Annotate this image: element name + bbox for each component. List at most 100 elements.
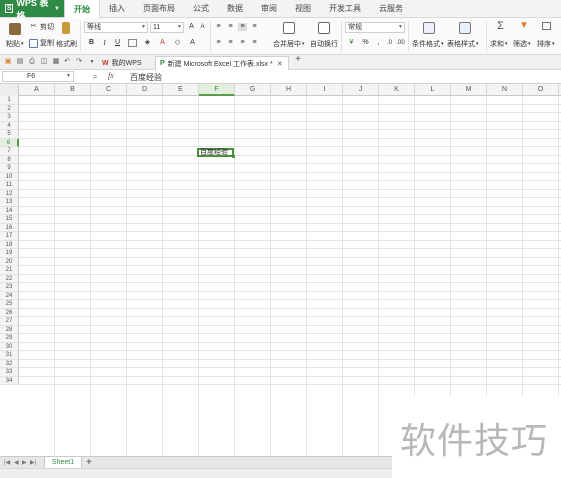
row-header[interactable]: 34	[0, 376, 19, 385]
number-format-select[interactable]: 常规 ▼	[345, 22, 405, 33]
row-header[interactable]: 32	[0, 359, 19, 368]
row-header[interactable]: 5	[0, 130, 19, 139]
last-sheet-icon[interactable]: ▶|	[30, 459, 36, 466]
align-middle-icon[interactable]: ≡	[226, 23, 235, 31]
row-header[interactable]: 18	[0, 240, 19, 249]
column-header[interactable]: C	[91, 84, 127, 96]
row-header[interactable]: 7	[0, 147, 19, 156]
row-header[interactable]: 6	[0, 138, 19, 147]
row-header[interactable]: 2	[0, 104, 19, 113]
justify-icon[interactable]: ≡	[250, 39, 259, 47]
sum-button[interactable]: 求和 ▾	[490, 39, 508, 49]
active-cell[interactable]: 百度经验	[197, 148, 234, 157]
copy-button[interactable]: 复制	[29, 38, 54, 48]
row-header[interactable]: 19	[0, 249, 19, 258]
name-box[interactable]: F6 ▼	[2, 71, 74, 82]
tab-developer[interactable]: 开发工具	[320, 0, 370, 17]
row-header[interactable]: 25	[0, 300, 19, 309]
row-header[interactable]: 12	[0, 189, 19, 198]
export-icon[interactable]: ▦	[52, 58, 60, 66]
row-header[interactable]: 16	[0, 223, 19, 232]
italic-icon[interactable]: I	[100, 39, 109, 47]
column-header[interactable]: J	[343, 84, 379, 96]
format-painter-button[interactable]: 格式刷	[56, 39, 77, 49]
align-bottom-icon[interactable]: ≡	[238, 23, 247, 31]
orientation-icon[interactable]: ≡	[250, 23, 259, 31]
align-center-icon[interactable]: ≡	[226, 39, 235, 47]
print-preview-icon[interactable]: ◫	[40, 58, 48, 66]
row-header[interactable]: 24	[0, 291, 19, 300]
filter-button[interactable]: 筛选 ▾	[513, 39, 531, 49]
column-header[interactable]: M	[451, 84, 487, 96]
column-header[interactable]: K	[379, 84, 415, 96]
undo-icon[interactable]: ↶	[63, 58, 71, 66]
row-header[interactable]: 28	[0, 325, 19, 334]
row-header[interactable]: 23	[0, 283, 19, 292]
font-name-select[interactable]: 等线 ▼	[84, 22, 148, 33]
row-header[interactable]: 33	[0, 368, 19, 377]
conditional-format-button[interactable]: 条件格式 ▾	[412, 39, 444, 49]
font-color-icon[interactable]: A	[158, 39, 167, 47]
thousands-icon[interactable]: ,	[374, 39, 383, 47]
align-right-icon[interactable]: ≡	[238, 39, 247, 47]
save-icon[interactable]: ▤	[16, 58, 24, 66]
cut-button[interactable]: ✂ 剪切	[29, 22, 54, 32]
row-header[interactable]: 22	[0, 274, 19, 283]
currency-icon[interactable]: ¥	[347, 39, 356, 47]
formula-input[interactable]: 百度经验	[130, 72, 162, 83]
column-header[interactable]: L	[415, 84, 451, 96]
doc-tab-my-wps[interactable]: W 我的WPS	[98, 56, 146, 70]
decrease-font-icon[interactable]: A	[198, 23, 207, 31]
tab-review[interactable]: 审阅	[252, 0, 286, 17]
sort-button[interactable]: 排序 ▾	[537, 39, 555, 49]
tab-page-layout[interactable]: 页面布局	[134, 0, 184, 17]
row-header[interactable]: 8	[0, 155, 19, 164]
function-icon[interactable]: fx	[108, 71, 114, 80]
tab-home[interactable]: 开始	[64, 0, 100, 19]
row-header[interactable]: 21	[0, 266, 19, 275]
percent-icon[interactable]: %	[361, 39, 370, 47]
row-header[interactable]: 31	[0, 351, 19, 360]
open-icon[interactable]: ▣	[4, 58, 12, 66]
font-size-select[interactable]: 11 ▼	[150, 22, 184, 33]
next-sheet-icon[interactable]: ▶	[22, 459, 27, 466]
row-header[interactable]: 29	[0, 334, 19, 343]
column-header[interactable]: G	[235, 84, 271, 96]
row-header[interactable]: 10	[0, 172, 19, 181]
new-tab-icon[interactable]: +	[294, 55, 302, 65]
column-header[interactable]: I	[307, 84, 343, 96]
border-icon[interactable]	[128, 39, 137, 47]
merge-center-button[interactable]: 合并居中 ▾	[273, 39, 305, 49]
row-header[interactable]: 14	[0, 206, 19, 215]
tab-view[interactable]: 视图	[286, 0, 320, 17]
text-direction-icon[interactable]: A	[188, 39, 197, 47]
column-header[interactable]: B	[55, 84, 91, 96]
column-header[interactable]: F	[199, 84, 235, 96]
underline-icon[interactable]: U	[113, 39, 122, 47]
doc-tab-workbook[interactable]: P 新建 Microsoft Excel 工作表.xlsx * ✕	[155, 56, 289, 70]
wrap-text-button[interactable]: 自动换行	[310, 39, 338, 49]
row-header[interactable]: 20	[0, 257, 19, 266]
column-header[interactable]: H	[271, 84, 307, 96]
row-header[interactable]: 15	[0, 215, 19, 224]
search-icon[interactable]: ⌕	[93, 72, 97, 82]
prev-sheet-icon[interactable]: ◀	[14, 459, 19, 466]
bold-icon[interactable]: B	[87, 39, 96, 47]
chevron-down-icon[interactable]: ▼	[88, 58, 96, 66]
column-header[interactable]: A	[19, 84, 55, 96]
select-all-corner[interactable]	[0, 84, 19, 96]
row-header[interactable]: 9	[0, 164, 19, 173]
row-header[interactable]: 13	[0, 198, 19, 207]
increase-decimal-icon[interactable]: .0	[385, 39, 394, 47]
redo-icon[interactable]: ↷	[75, 58, 83, 66]
row-header[interactable]: 4	[0, 121, 19, 130]
row-header[interactable]: 30	[0, 342, 19, 351]
close-icon[interactable]: ✕	[277, 60, 283, 68]
tab-insert[interactable]: 插入	[100, 0, 134, 17]
column-header[interactable]: D	[127, 84, 163, 96]
align-left-icon[interactable]: ≡	[214, 39, 223, 47]
decrease-decimal-icon[interactable]: .00	[396, 39, 405, 47]
column-header[interactable]: O	[523, 84, 559, 96]
column-header[interactable]: E	[163, 84, 199, 96]
tab-formulas[interactable]: 公式	[184, 0, 218, 17]
